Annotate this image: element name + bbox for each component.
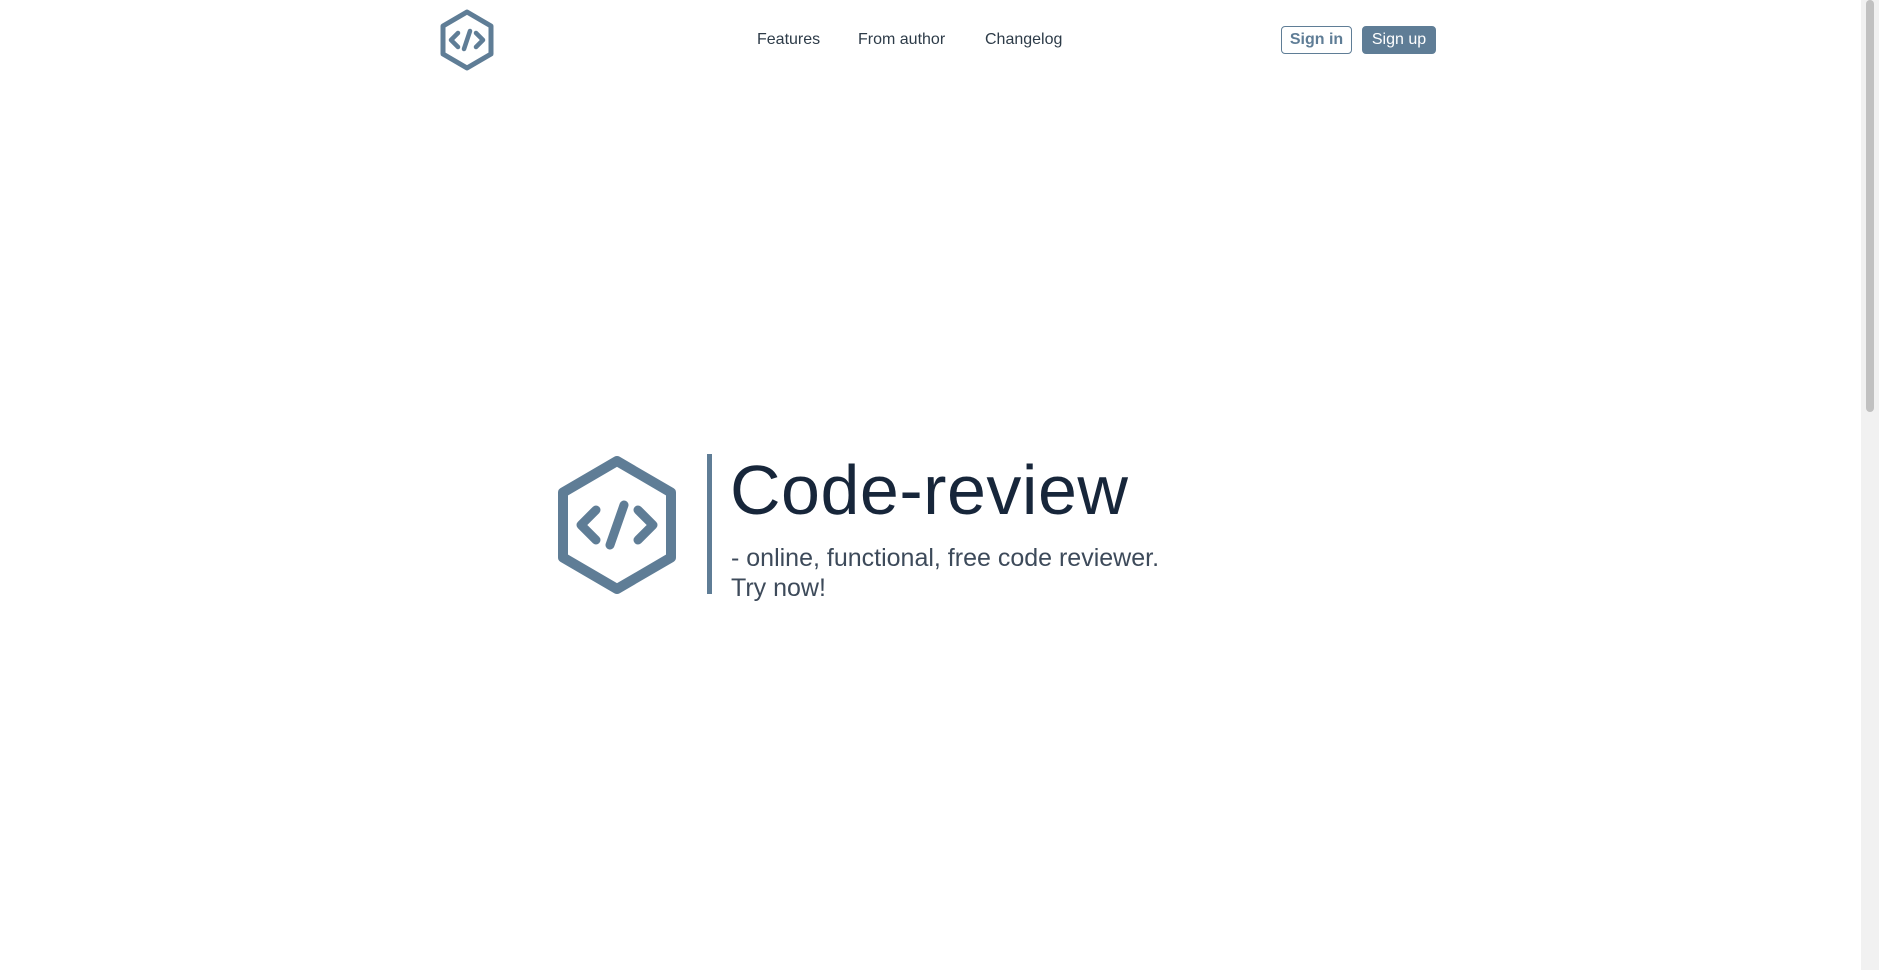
top-navigation-bar: Features From author Changelog Sign in S… (0, 0, 1861, 80)
main-nav: Features From author Changelog (0, 28, 1861, 52)
nav-link-from-author[interactable]: From author (858, 28, 945, 52)
try-now-link[interactable]: Try now! (731, 574, 826, 602)
landing-page: Features From author Changelog Sign in S… (0, 0, 1879, 970)
nav-link-changelog[interactable]: Changelog (985, 28, 1062, 52)
hero-divider (707, 454, 712, 594)
sign-up-button[interactable]: Sign up (1362, 26, 1436, 54)
code-hexagon-icon (554, 454, 680, 596)
hero-title: Code-review (730, 451, 1129, 529)
hero-subtitle: - online, functional, free code reviewer… (731, 543, 1159, 603)
sign-in-button[interactable]: Sign in (1281, 26, 1352, 54)
scrollbar-thumb[interactable] (1866, 0, 1874, 412)
nav-link-features[interactable]: Features (757, 28, 820, 52)
hero-tagline: - online, functional, free code reviewer… (731, 544, 1160, 572)
page-scrollbar[interactable] (1861, 0, 1879, 970)
